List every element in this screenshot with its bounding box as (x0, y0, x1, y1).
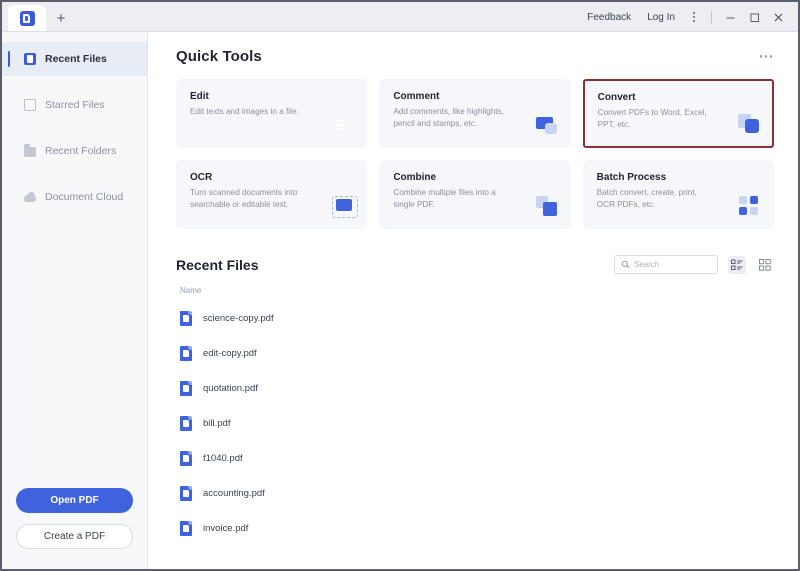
recent-folders-icon (24, 144, 36, 157)
feedback-link[interactable]: Feedback (579, 12, 639, 23)
maximize-icon[interactable] (742, 5, 766, 29)
pdf-file-icon (180, 311, 192, 326)
recent-files-list: science-copy.pdf edit-copy.pdf quotation… (176, 301, 774, 546)
sidebar-nav: Recent Files Starred Files Recent Folder… (2, 42, 147, 226)
quick-tools-header: Quick Tools (176, 48, 774, 65)
file-name: science-copy.pdf (203, 313, 274, 324)
pdf-file-icon (180, 451, 192, 466)
card-title: Comment (393, 91, 440, 102)
quick-tool-card-edit[interactable]: Edit Edit texts and images in a file. (176, 79, 368, 148)
open-pdf-button[interactable]: Open PDF (16, 488, 133, 513)
search-icon (621, 260, 630, 269)
search-box[interactable] (614, 255, 718, 274)
sidebar-item-label: Starred Files (45, 99, 105, 111)
pdf-file-icon (180, 416, 192, 431)
card-title: Convert (597, 92, 636, 103)
recent-files-icon (24, 53, 36, 65)
application-window: + Feedback Log In Recent Files Starred F… (0, 0, 800, 571)
sidebar-item-document-cloud[interactable]: Document Cloud (2, 180, 147, 214)
minimize-icon[interactable] (718, 5, 742, 29)
file-name: quotation.pdf (203, 383, 258, 394)
starred-files-icon (24, 99, 36, 111)
sidebar-item-label: Document Cloud (45, 191, 124, 203)
pdf-file-icon (180, 346, 192, 361)
list-view-icon[interactable] (728, 255, 746, 274)
convert-icon (738, 114, 760, 136)
recent-files-toolbar (614, 255, 774, 274)
quick-tool-card-comment[interactable]: Comment Add comments, like highlights, p… (379, 79, 571, 148)
recent-files-title: Recent Files (176, 256, 259, 273)
card-title: Combine (393, 172, 437, 183)
quick-tools-title: Quick Tools (176, 48, 262, 65)
combine-icon (536, 196, 558, 218)
kebab-menu-icon[interactable] (683, 5, 705, 29)
document-cloud-icon (24, 192, 36, 202)
file-name: bill.pdf (203, 418, 231, 429)
file-name: edit-copy.pdf (203, 348, 257, 359)
sidebar-item-recent-files[interactable]: Recent Files (2, 42, 147, 76)
ocr-icon (332, 196, 354, 218)
list-item[interactable]: f1040.pdf (176, 441, 774, 476)
divider (711, 10, 712, 24)
quick-tools-grid: Edit Edit texts and images in a file. Co… (176, 79, 774, 229)
app-tab[interactable] (8, 5, 46, 31)
sidebar-item-recent-folders[interactable]: Recent Folders (2, 134, 147, 168)
card-title: Batch Process (596, 172, 667, 183)
more-options-icon[interactable] (758, 49, 775, 64)
tab-strip: + (2, 2, 76, 31)
list-item[interactable]: edit-copy.pdf (176, 336, 774, 371)
quick-tool-card-convert[interactable]: Convert Convert PDFs to Word, Excel, PPT… (582, 79, 774, 148)
pdf-file-icon (180, 486, 192, 501)
edit-icon (332, 115, 354, 137)
sidebar-item-label: Recent Folders (45, 145, 117, 157)
main-content: Quick Tools Edit Edit texts and images i… (148, 32, 798, 569)
quick-tool-card-batch-process[interactable]: Batch Process Batch convert, create, pri… (582, 160, 774, 229)
title-bar-right-controls: Feedback Log In (579, 2, 790, 32)
file-name: invoice.pdf (203, 523, 249, 534)
title-bar: + Feedback Log In (2, 2, 798, 32)
sidebar-item-label: Recent Files (45, 53, 107, 65)
card-description: Convert PDFs to Word, Excel, PPT, etc. (597, 108, 707, 129)
file-name: accounting.pdf (203, 488, 265, 499)
file-name: f1040.pdf (203, 453, 243, 464)
sidebar-item-starred-files[interactable]: Starred Files (2, 88, 147, 122)
list-item[interactable]: accounting.pdf (176, 476, 774, 511)
recent-files-header: Recent Files (176, 255, 774, 274)
window-body: Recent Files Starred Files Recent Folder… (2, 32, 798, 569)
login-link[interactable]: Log In (639, 12, 683, 23)
create-pdf-button[interactable]: Create a PDF (16, 524, 133, 549)
card-description: Turn scanned documents into searchable o… (190, 188, 298, 209)
sidebar: Recent Files Starred Files Recent Folder… (2, 32, 148, 569)
card-description: Batch convert, create, print, OCR PDFs, … (596, 188, 697, 209)
card-description: Add comments, like highlights, pencil an… (393, 107, 504, 128)
card-description: Edit texts and images in a file. (190, 107, 299, 116)
column-header-name: Name (180, 286, 202, 295)
grid-view-icon[interactable] (756, 256, 774, 274)
pdf-file-icon (180, 381, 192, 396)
card-description: Combine multiple files into a single PDF… (393, 188, 496, 209)
close-icon[interactable] (766, 5, 790, 29)
pdf-app-logo-icon (19, 10, 35, 26)
quick-tool-card-combine[interactable]: Combine Combine multiple files into a si… (379, 160, 571, 229)
list-item[interactable]: quotation.pdf (176, 371, 774, 406)
pdf-file-icon (180, 521, 192, 536)
comment-icon (536, 115, 558, 137)
list-item[interactable]: invoice.pdf (176, 511, 774, 546)
list-item[interactable]: bill.pdf (176, 406, 774, 441)
batch-process-icon (738, 196, 761, 218)
card-title: Edit (190, 91, 209, 102)
card-title: OCR (190, 172, 213, 183)
new-tab-button[interactable]: + (46, 5, 76, 31)
quick-tool-card-ocr[interactable]: OCR Turn scanned documents into searchab… (176, 160, 368, 229)
list-item[interactable]: science-copy.pdf (176, 301, 774, 336)
sidebar-actions: Open PDF Create a PDF (2, 488, 147, 569)
search-input[interactable] (634, 260, 711, 269)
